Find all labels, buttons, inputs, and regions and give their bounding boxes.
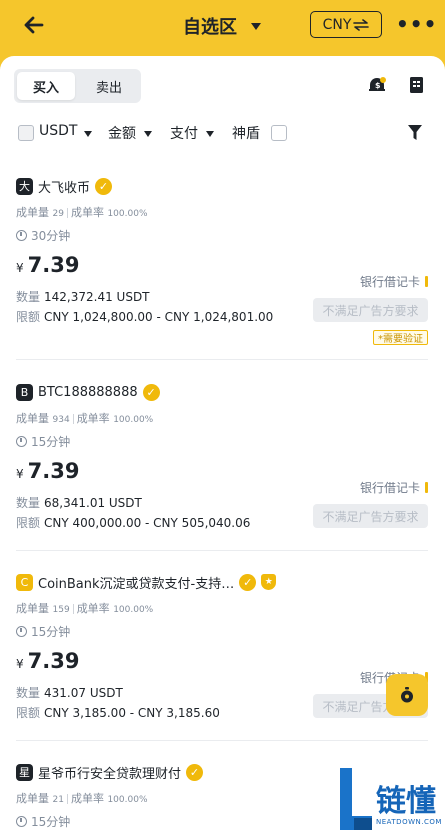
merchant-stats: 成单量 934 成单率 100.00% xyxy=(16,412,154,425)
price: ¥ 7.39 xyxy=(16,649,80,673)
avatar: C xyxy=(16,573,33,591)
limit: 限额 CNY 3,185.00 - CNY 3,185.60 xyxy=(16,706,220,720)
avatar: 大 xyxy=(16,177,33,195)
verified-badge-icon: ✓ xyxy=(186,763,204,781)
asset-checkbox[interactable] xyxy=(18,125,34,141)
currency-selector-button[interactable]: CNY xyxy=(310,11,382,38)
merchant-row: 星 星爷币行安全贷款理财付 ✓ xyxy=(16,762,204,782)
merchant-stats: 成单量 21 成单率 100.00% xyxy=(16,792,148,805)
divider xyxy=(16,359,428,360)
verified-badge-icon: ✓ xyxy=(142,383,160,401)
stopwatch-icon xyxy=(401,687,413,703)
ad-fee-icon[interactable]: $ xyxy=(366,74,388,96)
verification-tag: *需要验证 xyxy=(373,330,428,345)
payment-time: 15分钟 xyxy=(16,813,70,830)
payment-method: 银行借记卡 xyxy=(360,479,428,496)
avatar: B xyxy=(16,383,33,401)
divider xyxy=(16,740,428,741)
buy-sell-toggle: 买入 卖出 xyxy=(14,69,141,103)
timer-icon xyxy=(16,626,27,637)
chevron-down-icon xyxy=(206,131,214,137)
listing-card[interactable]: 大 大飞收币 ✓ 成单量 29 成单率 100.00% 30分钟 ¥ 7.39 数… xyxy=(16,176,428,354)
orders-icon[interactable] xyxy=(406,74,428,96)
filter-icon[interactable] xyxy=(408,125,422,140)
divider xyxy=(16,550,428,551)
shield-filter-label: 神盾 xyxy=(232,126,260,142)
verified-badge-icon: ✓ xyxy=(95,177,113,195)
merchant-name[interactable]: CoinBank沉淀或贷款支付-支持… xyxy=(38,573,234,592)
timer-icon xyxy=(16,436,27,447)
back-button[interactable] xyxy=(18,10,52,40)
page-title: 自选区 xyxy=(183,17,237,38)
tab-buy[interactable]: 买入 xyxy=(17,72,75,100)
timer-icon xyxy=(16,816,27,827)
quantity: 数量 68,341.01 USDT xyxy=(16,496,142,510)
asset-filter[interactable]: USDT xyxy=(39,123,77,139)
action-button[interactable]: 不满足广告方要求 xyxy=(313,298,428,322)
merchant-name[interactable]: BTC188888888 xyxy=(38,385,138,400)
arrow-left-icon xyxy=(24,16,44,34)
merchant-row: B BTC188888888 ✓ xyxy=(16,382,160,402)
swap-icon xyxy=(353,18,370,31)
payment-filter[interactable]: 支付 xyxy=(170,123,198,143)
payment-time: 30分钟 xyxy=(16,227,70,244)
quantity: 数量 142,372.41 USDT xyxy=(16,290,150,304)
app-header: 自选区 CNY ••• xyxy=(0,0,445,56)
watermark-logo: 链懂 NEATDOWN.COM xyxy=(338,768,442,832)
merchant-name[interactable]: 大飞收币 xyxy=(38,177,90,196)
listing-card[interactable]: C CoinBank沉淀或贷款支付-支持… ✓ ★ 成单量 159 成单率 100… xyxy=(16,572,428,742)
chevron-down-icon xyxy=(84,131,92,137)
payment-time: 15分钟 xyxy=(16,623,70,640)
merchant-name[interactable]: 星爷币行安全贷款理财付 xyxy=(38,763,181,782)
chevron-down-icon xyxy=(144,131,152,137)
price: ¥ 7.39 xyxy=(16,459,80,483)
avatar: 星 xyxy=(16,763,33,781)
currency-label: CNY xyxy=(322,16,352,33)
more-dots-icon[interactable]: ••• xyxy=(396,12,437,36)
main-panel: 买入 卖出 $ USDT 金额 支付 神盾 大 大飞收币 ✓ 成单量 29 成单… xyxy=(0,56,445,836)
floating-action-button[interactable] xyxy=(386,674,428,716)
timer-icon xyxy=(16,230,27,241)
svg-text:$: $ xyxy=(375,81,381,90)
price: ¥ 7.39 xyxy=(16,253,80,277)
amount-filter[interactable]: 金额 xyxy=(108,123,136,143)
action-button[interactable]: 不满足广告方要求 xyxy=(313,504,428,528)
chevron-down-icon xyxy=(251,22,261,30)
limit: 限额 CNY 1,024,800.00 - CNY 1,024,801.00 xyxy=(16,310,274,324)
shield-checkbox[interactable] xyxy=(271,125,287,141)
filter-bar: USDT 金额 支付 神盾 xyxy=(16,122,428,144)
verified-badge-icon: ✓ xyxy=(239,573,257,591)
merchant-row: 大 大飞收币 ✓ xyxy=(16,176,113,196)
limit: 限额 CNY 400,000.00 - CNY 505,040.06 xyxy=(16,516,251,530)
payment-method: 银行借记卡 xyxy=(360,273,428,290)
quantity: 数量 431.07 USDT xyxy=(16,686,123,700)
merchant-stats: 成单量 29 成单率 100.00% xyxy=(16,206,148,219)
shield-badge-icon: ★ xyxy=(261,574,277,590)
merchant-row: C CoinBank沉淀或贷款支付-支持… ✓ ★ xyxy=(16,572,277,592)
watermark-site: NEATDOWN.COM xyxy=(376,818,442,826)
title-dropdown[interactable]: 自选区 xyxy=(183,13,261,39)
merchant-stats: 成单量 159 成单率 100.00% xyxy=(16,602,154,615)
tab-sell[interactable]: 卖出 xyxy=(80,72,138,100)
listing-card[interactable]: B BTC188888888 ✓ 成单量 934 成单率 100.00% 15分钟… xyxy=(16,382,428,552)
payment-time: 15分钟 xyxy=(16,433,70,450)
watermark-brand: 链懂 xyxy=(376,784,436,819)
